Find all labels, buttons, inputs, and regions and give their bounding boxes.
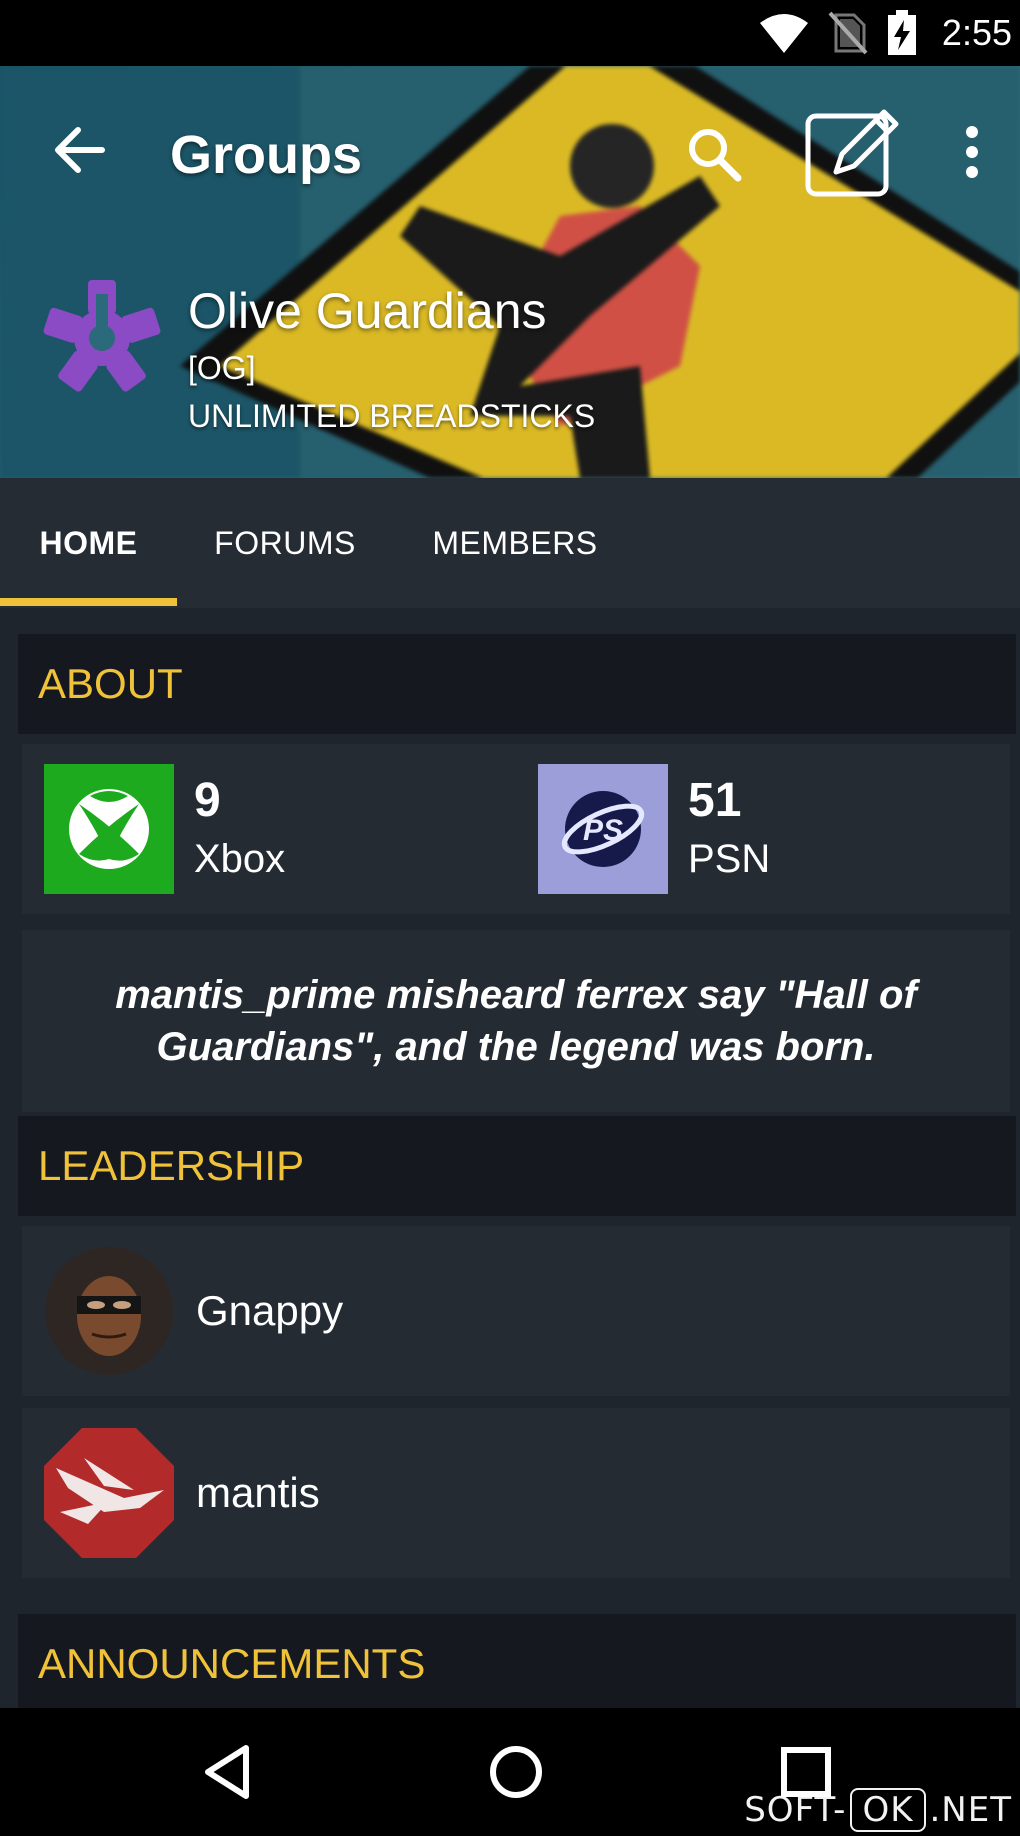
- xbox-count: 9: [194, 774, 221, 827]
- battery-charging-icon: [887, 10, 916, 55]
- leadership-header: LEADERSHIP: [18, 1116, 1016, 1216]
- xbox-label: Xbox: [194, 837, 286, 881]
- leader-name: mantis: [196, 1469, 320, 1516]
- no-sim-icon: [828, 11, 868, 55]
- status-bar: 2:55: [0, 0, 1020, 66]
- group-name: Olive Guardians: [188, 283, 547, 339]
- tab-forums[interactable]: FORUMS: [200, 478, 370, 608]
- leader-row[interactable]: mantis: [22, 1408, 1010, 1578]
- group-header: Groups Olive Guardians [OG] UNLIMITED BR…: [0, 66, 1020, 478]
- leader-name: Gnappy: [196, 1287, 344, 1334]
- xbox-icon: [44, 764, 174, 894]
- group-logo-icon: [43, 280, 161, 392]
- more-options-icon[interactable]: [952, 120, 992, 184]
- group-tag: [OG]: [188, 350, 256, 386]
- psn-label: PSN: [688, 837, 771, 881]
- tab-members[interactable]: MEMBERS: [420, 478, 610, 608]
- system-nav-bar: SOFT- OK .NET: [0, 1708, 1020, 1836]
- about-quote-card: mantis_prime misheard ferrex say "Hall o…: [22, 930, 1010, 1112]
- wifi-icon: [759, 14, 808, 53]
- clock: 2:55: [941, 12, 1012, 53]
- group-description: mantis_prime misheard ferrex say "Hall o…: [115, 973, 917, 1069]
- ninja-avatar: [45, 1247, 173, 1375]
- platform-stats-card: 9 Xbox PS 51 PSN: [22, 744, 1010, 914]
- psn-count: 51: [688, 774, 742, 827]
- hawk-emblem-avatar: [44, 1428, 174, 1558]
- watermark: SOFT- OK .NET: [744, 1788, 1012, 1832]
- compose-icon[interactable]: [802, 102, 902, 202]
- tab-home[interactable]: HOME: [0, 478, 177, 608]
- nav-home-icon[interactable]: [484, 1740, 548, 1804]
- leadership-list: Gnappy mantis: [22, 1226, 1010, 1578]
- svg-text:PS: PS: [583, 814, 623, 847]
- nav-back-icon[interactable]: [196, 1740, 260, 1804]
- group-motto: UNLIMITED BREADSTICKS: [188, 398, 596, 434]
- psn-icon: PS: [538, 764, 668, 894]
- page-title: Groups: [170, 125, 363, 185]
- app-bar: Groups: [0, 66, 1020, 236]
- announcements-header: ANNOUNCEMENTS: [18, 1614, 1016, 1714]
- psn-stat: PS 51 PSN: [538, 764, 770, 894]
- about-header: ABOUT: [18, 634, 1016, 734]
- back-arrow-icon[interactable]: [48, 118, 112, 182]
- tab-bar: HOME FORUMS MEMBERS: [0, 478, 1020, 608]
- home-content[interactable]: ABOUT 9 Xbox PS 51 PSN mantis_prime mish…: [0, 608, 1020, 1714]
- leader-row[interactable]: Gnappy: [22, 1226, 1010, 1396]
- xbox-stat: 9 Xbox: [44, 764, 285, 894]
- search-icon[interactable]: [684, 124, 744, 184]
- active-tab-indicator: [0, 598, 177, 606]
